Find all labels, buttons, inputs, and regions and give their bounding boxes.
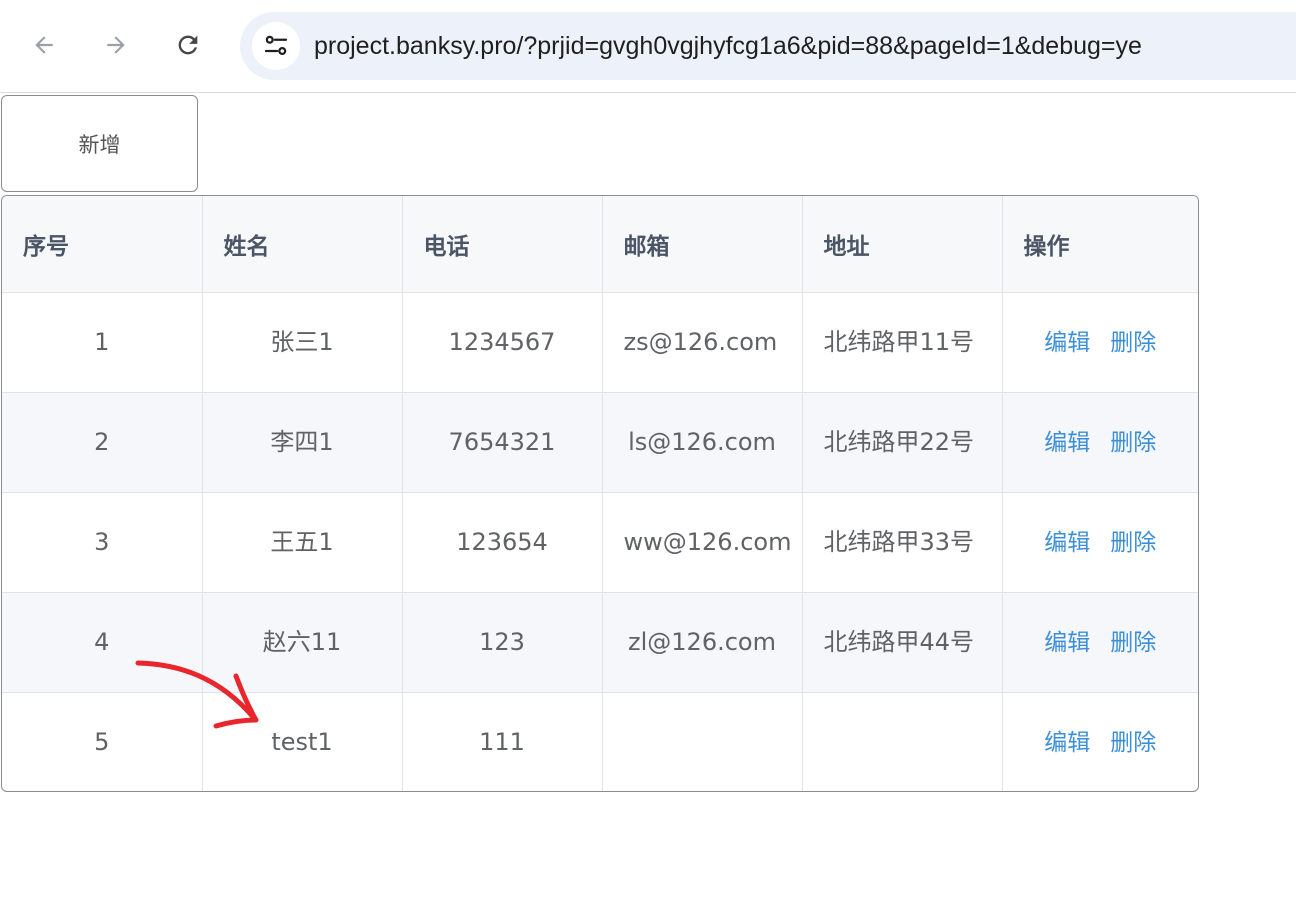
- arrow-left-icon: [35, 36, 53, 54]
- edit-link[interactable]: 编辑: [1044, 720, 1090, 766]
- header-phone: 电话: [402, 196, 603, 293]
- delete-link[interactable]: 删除: [1110, 720, 1156, 766]
- arrow-right-icon: [107, 36, 125, 54]
- cell-index: 1: [2, 292, 203, 393]
- cell-name: 王五1: [202, 492, 403, 593]
- tune-icon: [264, 35, 288, 55]
- edit-link[interactable]: 编辑: [1044, 520, 1090, 566]
- cell-actions: 编辑 删除: [1002, 592, 1198, 693]
- delete-link[interactable]: 删除: [1110, 420, 1156, 466]
- browser-toolbar: project.banksy.pro/?prjid=gvgh0vgjhyfcg1…: [0, 0, 1296, 93]
- cell-phone: 123654: [402, 492, 603, 593]
- cell-address: 北纬路甲22号: [802, 392, 1003, 493]
- url-text[interactable]: project.banksy.pro/?prjid=gvgh0vgjhyfcg1…: [314, 12, 1142, 80]
- cell-phone: 123: [402, 592, 603, 693]
- forward-button[interactable]: [93, 22, 139, 68]
- annotation-arrow-shaft: [135, 660, 257, 721]
- back-button[interactable]: [21, 22, 67, 68]
- address-bar[interactable]: project.banksy.pro/?prjid=gvgh0vgjhyfcg1…: [240, 12, 1296, 80]
- cell-name: 张三1: [202, 292, 403, 393]
- table-row: 2 李四1 7654321 ls@126.com 北纬路甲22号 编辑 删除: [2, 392, 1198, 493]
- header-address: 地址: [802, 196, 1003, 293]
- cell-index: 2: [2, 392, 203, 493]
- cell-email: [602, 692, 803, 791]
- table-row: 3 王五1 123654 ww@126.com 北纬路甲33号 编辑 删除: [2, 492, 1198, 593]
- cell-phone: 1234567: [402, 292, 603, 393]
- cell-address: 北纬路甲11号: [802, 292, 1003, 393]
- edit-link[interactable]: 编辑: [1044, 320, 1090, 366]
- delete-link[interactable]: 删除: [1110, 620, 1156, 666]
- table-row: 1 张三1 1234567 zs@126.com 北纬路甲11号 编辑 删除: [2, 292, 1198, 393]
- cell-email: ls@126.com: [602, 392, 803, 493]
- add-button[interactable]: 新增: [1, 95, 198, 192]
- header-index: 序号: [2, 196, 203, 293]
- cell-name: 李四1: [202, 392, 403, 493]
- annotation-arrow-icon: [135, 660, 259, 729]
- cell-actions: 编辑 删除: [1002, 492, 1198, 593]
- edit-link[interactable]: 编辑: [1044, 420, 1090, 466]
- reload-icon: [178, 35, 198, 55]
- delete-link[interactable]: 删除: [1110, 320, 1156, 366]
- delete-link[interactable]: 删除: [1110, 520, 1156, 566]
- cell-email: zs@126.com: [602, 292, 803, 393]
- cell-phone: 7654321: [402, 392, 603, 493]
- header-actions: 操作: [1002, 196, 1198, 293]
- cell-email: ww@126.com: [602, 492, 803, 593]
- cell-email: zl@126.com: [602, 592, 803, 693]
- header-name: 姓名: [202, 196, 403, 293]
- reload-button[interactable]: [165, 22, 211, 68]
- site-info-button[interactable]: [252, 22, 300, 70]
- cell-address: 北纬路甲44号: [802, 592, 1003, 693]
- cell-address: [802, 692, 1003, 791]
- header-email: 邮箱: [602, 196, 803, 293]
- cell-actions: 编辑 删除: [1002, 692, 1198, 791]
- cell-actions: 编辑 删除: [1002, 292, 1198, 393]
- cell-phone: 111: [402, 692, 603, 791]
- table-header-row: 序号 姓名 电话 邮箱 地址 操作: [2, 196, 1198, 293]
- cell-actions: 编辑 删除: [1002, 392, 1198, 493]
- cell-index: 3: [2, 492, 203, 593]
- edit-link[interactable]: 编辑: [1044, 620, 1090, 666]
- cell-address: 北纬路甲33号: [802, 492, 1003, 593]
